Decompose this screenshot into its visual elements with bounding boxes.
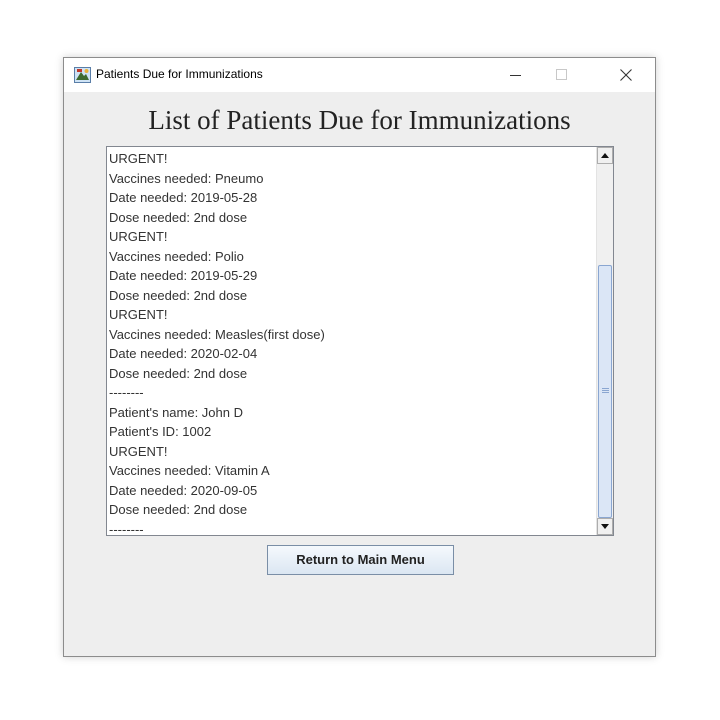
list-line: Date needed: 2020-09-05: [109, 482, 258, 498]
list-line: Dose needed: 2nd dose: [109, 365, 248, 381]
patient-list-lines: URGENT! Vaccines needed: Pneumo Date neede…: [107, 149, 595, 536]
minimize-button[interactable]: [493, 58, 539, 92]
minimize-icon: [510, 75, 521, 76]
list-line: URGENT!: [109, 443, 168, 459]
title-bar[interactable]: Patients Due for Immunizations: [64, 58, 655, 92]
java-app-icon: [74, 67, 91, 83]
close-icon: [620, 69, 632, 81]
vertical-scrollbar[interactable]: [596, 147, 613, 535]
maximize-icon: [556, 69, 567, 80]
list-line: Vaccines needed: Measles(first dose): [109, 326, 325, 342]
list-line: Dose needed: 2nd dose: [109, 287, 248, 303]
thumb-grip: [602, 388, 609, 394]
arrow-down-icon: [601, 524, 609, 529]
list-line: URGENT!: [109, 151, 168, 166]
list-line: Date needed: 2019-05-28: [109, 190, 258, 205]
list-line: Vaccines needed: Pneumo: [109, 170, 264, 186]
scroll-down-button[interactable]: [597, 518, 613, 535]
list-line: Date needed: 2020-02-04: [109, 346, 258, 361]
window-title: Patients Due for Immunizations: [96, 67, 263, 81]
list-line: Vaccines needed: Polio: [109, 248, 244, 264]
list-line: URGENT!: [109, 229, 168, 244]
return-to-main-menu-button[interactable]: Return to Main Menu: [267, 545, 454, 575]
list-line: Patient's name: John D: [109, 404, 243, 420]
scroll-up-button[interactable]: [597, 147, 613, 164]
list-line: Patient's ID: 1002: [109, 424, 212, 439]
list-line: Dose needed: 2nd dose: [109, 502, 248, 517]
patient-list-textarea[interactable]: URGENT! Vaccines needed: Pneumo Date neede…: [106, 146, 614, 536]
arrow-up-icon: [601, 153, 609, 158]
list-line: URGENT!: [109, 307, 168, 322]
scroll-thumb[interactable]: [598, 264, 612, 518]
page-title: List of Patients Due for Immunizations: [148, 105, 571, 135]
list-line: --------: [109, 521, 144, 536]
app-window: Patients Due for Immunizations List of P…: [63, 57, 656, 657]
list-line: Vaccines needed: Vitamin A: [109, 463, 270, 478]
list-line: Dose needed: 2nd dose: [109, 209, 248, 225]
maximize-button[interactable]: [539, 58, 585, 92]
list-line: Date needed: 2019-05-29: [109, 268, 258, 283]
close-button[interactable]: [603, 58, 649, 92]
list-line: --------: [109, 385, 144, 400]
